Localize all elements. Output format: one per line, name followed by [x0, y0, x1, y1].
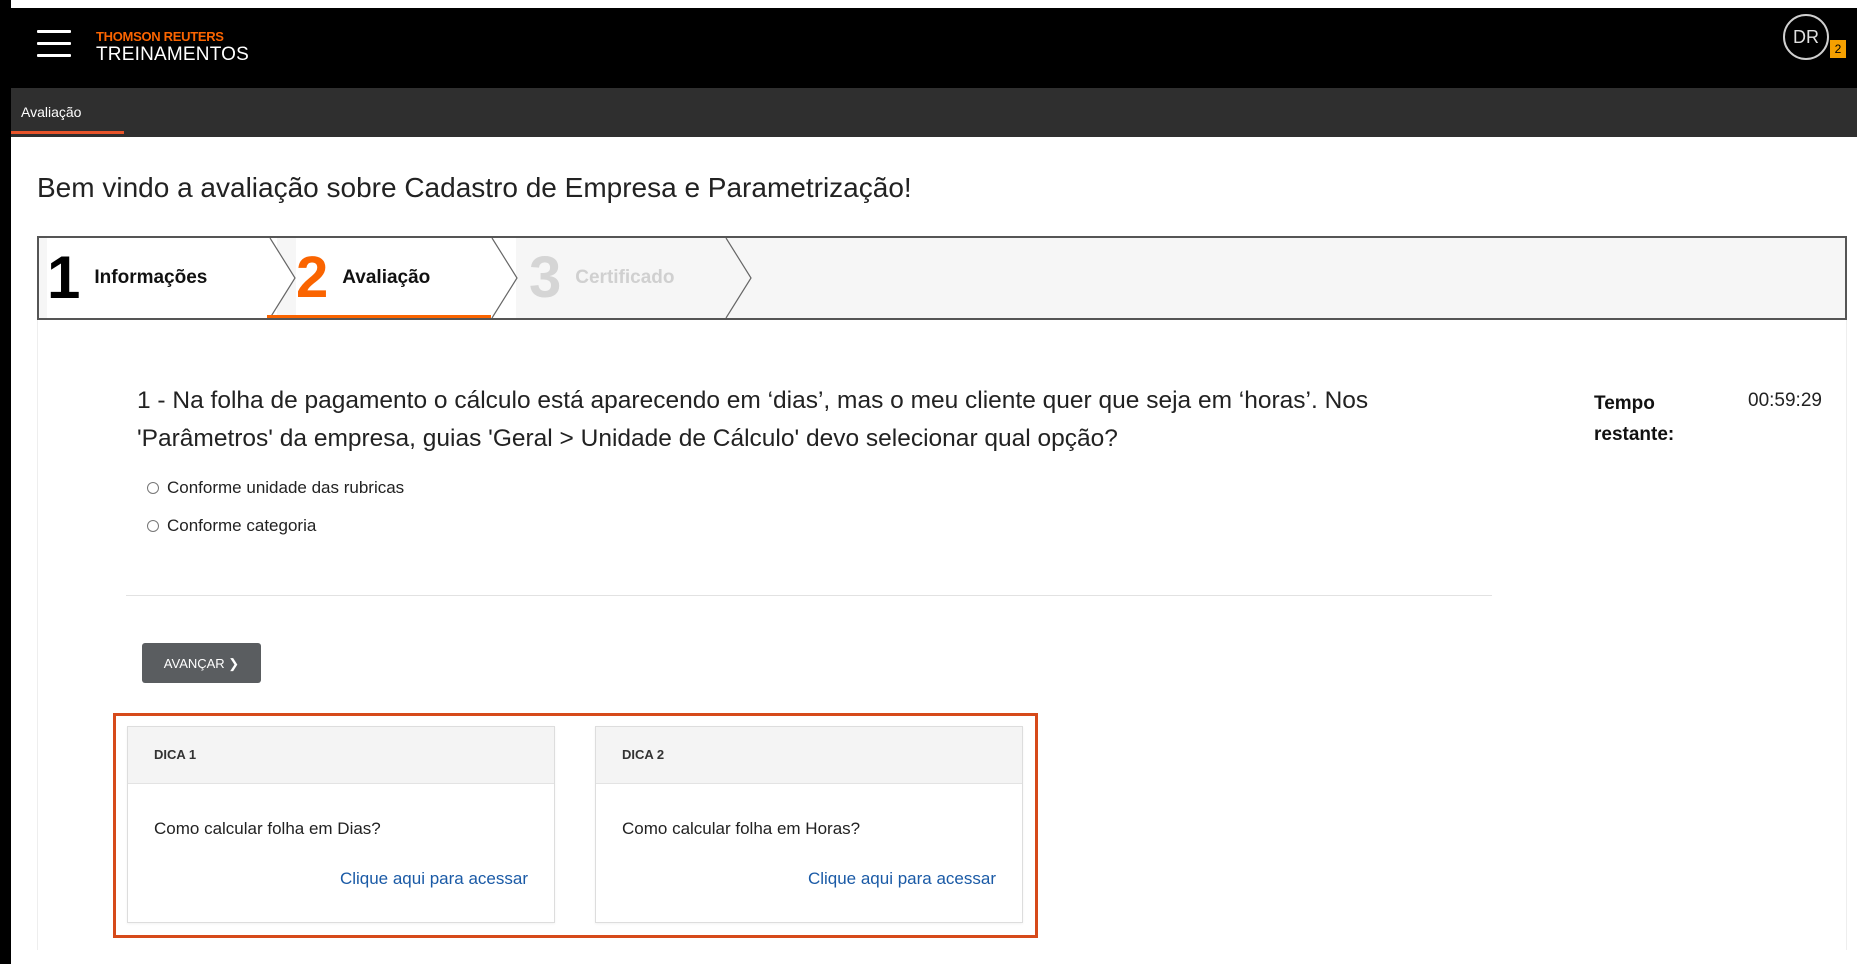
time-remaining-label: Tempo restante: — [1594, 393, 1675, 445]
answer-option[interactable]: Conforme unidade das rubricas — [147, 478, 404, 498]
step-number: 1 — [47, 244, 81, 311]
answer-option-label: Conforme categoria — [167, 516, 317, 535]
page-title: Bem vindo a avaliação sobre Cadastro de … — [37, 172, 912, 203]
sub-navigation: Avaliação — [11, 88, 1857, 137]
tab-avaliacao[interactable]: Avaliação — [11, 88, 124, 134]
radio-button[interactable] — [147, 482, 159, 494]
brand-company: THOMSON REUTERS — [96, 29, 224, 44]
answer-option-label: Conforme unidade das rubricas — [167, 478, 405, 497]
answer-option[interactable]: Conforme categoria — [147, 516, 316, 536]
hint-access-link[interactable]: Clique aqui para acessar — [808, 869, 996, 889]
step-separator-icon — [269, 238, 296, 318]
radio-button[interactable] — [147, 520, 159, 532]
step-label: Avaliação — [342, 267, 431, 288]
notification-badge: 2 — [1830, 40, 1846, 58]
step-certificado: 3 Certificado — [529, 238, 675, 318]
step-separator-icon — [725, 238, 752, 318]
brand-logo: THOMSON REUTERS TREINAMENTOS — [96, 30, 249, 66]
step-informacoes: 1 Informações — [47, 238, 277, 318]
next-button[interactable]: AVANÇAR ❯ — [142, 643, 261, 683]
step-separator-icon — [491, 238, 518, 318]
step-number: 2 — [296, 245, 329, 310]
divider — [126, 595, 1492, 596]
hint-card: DICA 2 Como calcular folha em Horas? Cli… — [595, 726, 1023, 923]
hint-title: DICA 1 — [128, 727, 554, 784]
step-avaliacao: 2 Avaliação — [296, 238, 516, 318]
hamburger-menu-icon[interactable] — [37, 30, 71, 60]
hint-question: Como calcular folha em Horas? — [622, 819, 861, 838]
question-text: 1 - Na folha de pagamento o cálculo está… — [137, 387, 1369, 452]
hint-card: DICA 1 Como calcular folha em Dias? Cliq… — [127, 726, 555, 923]
step-label: Certificado — [575, 267, 675, 288]
brand-product: TREINAMENTOS — [96, 44, 250, 65]
hint-title: DICA 2 — [596, 727, 1022, 784]
active-step-indicator — [267, 315, 491, 318]
user-avatar[interactable]: DR — [1783, 14, 1829, 60]
hint-access-link[interactable]: Clique aqui para acessar — [340, 869, 528, 889]
step-number: 3 — [529, 245, 562, 310]
window-edge — [0, 0, 11, 964]
top-header: THOMSON REUTERS TREINAMENTOS — [11, 8, 1857, 88]
step-label: Informações — [94, 267, 208, 288]
progress-stepper: 1 Informações 2 Avaliação 3 Certificado — [37, 236, 1847, 320]
time-remaining-value: 00:59:29 — [1748, 390, 1822, 411]
hint-question: Como calcular folha em Dias? — [154, 819, 381, 838]
